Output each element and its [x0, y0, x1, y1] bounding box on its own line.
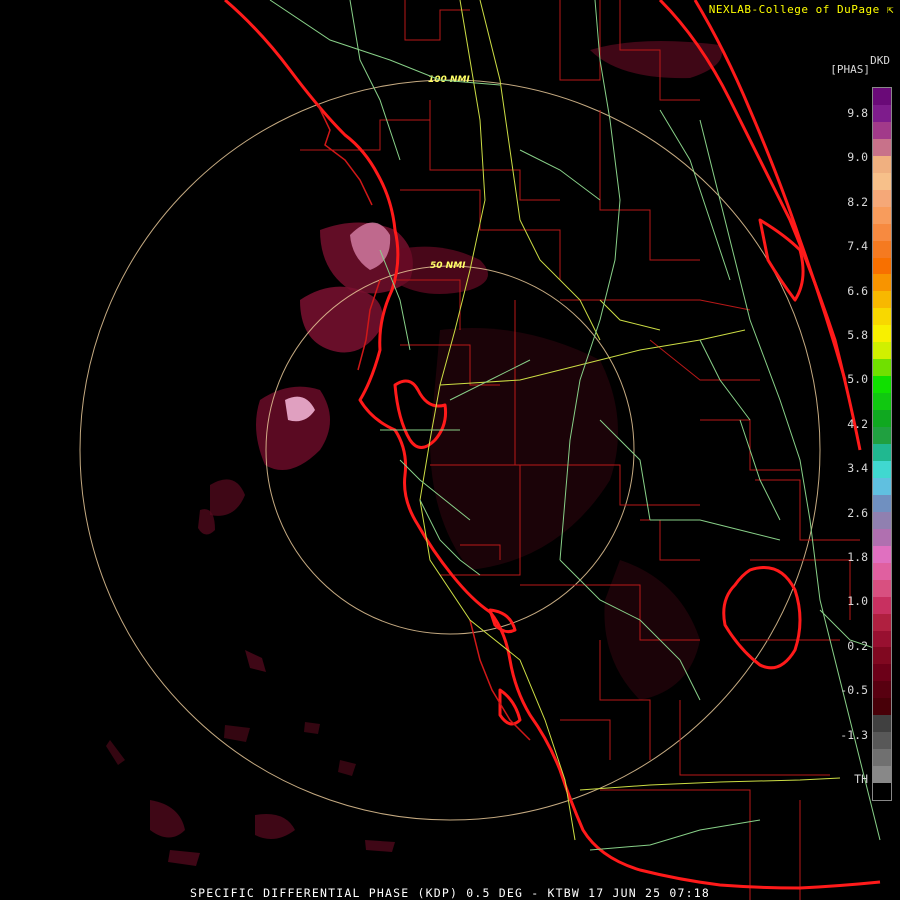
color-scale-band [873, 274, 891, 292]
product-caption: SPECIFIC DIFFERENTIAL PHASE (KDP) 0.5 DE… [190, 886, 710, 900]
color-scale-band [873, 257, 891, 275]
color-scale-band [873, 189, 891, 207]
color-scale-band [873, 155, 891, 173]
color-scale-band [873, 291, 891, 309]
color-scale-tick-label: -1.3 [840, 727, 868, 742]
color-scale-tick-label: TH [854, 772, 868, 786]
color-scale-tick-label: 9.8 [847, 106, 868, 120]
color-scale-band [873, 664, 891, 682]
color-scale-band [873, 613, 891, 631]
color-scale-band [873, 223, 891, 241]
color-scale-band [873, 325, 891, 343]
color-scale-band [873, 477, 891, 495]
color-scale-tick-label: 0.2 [847, 638, 868, 653]
color-scale-band [873, 359, 891, 377]
color-scale-band [873, 121, 891, 139]
color-scale-tick-label: 1.8 [847, 550, 868, 564]
color-scale-band [873, 681, 891, 699]
radar-map: 50 NMI 100 NMI [0, 0, 900, 900]
color-scale-band [873, 308, 891, 326]
color-scale-band [873, 766, 891, 784]
color-scale-band [873, 732, 891, 750]
color-scale-band [873, 749, 891, 767]
color-scale-band [873, 528, 891, 546]
color-scale-band [873, 494, 891, 512]
ring-label-50: 50 NMI [430, 261, 466, 271]
color-scale-tick-label: 6.6 [847, 283, 868, 298]
color-scale-bar [872, 87, 892, 801]
color-scale-tick-label: -0.5 [840, 683, 868, 698]
color-scale-band [873, 579, 891, 597]
color-scale-band [873, 427, 891, 445]
color-scale-tick-label: 3.4 [847, 461, 868, 476]
color-scale-tick-label: 5.8 [847, 328, 868, 342]
color-scale-tick-label: 8.2 [847, 194, 868, 209]
color-scale-band [873, 783, 891, 801]
color-scale-band [873, 342, 891, 360]
color-scale-band [873, 562, 891, 580]
color-scale-band [873, 88, 891, 105]
color-scale-band [873, 376, 891, 394]
color-scale-band [873, 104, 891, 122]
color-scale-band [873, 240, 891, 258]
color-scale-band [873, 460, 891, 478]
color-scale-band [873, 410, 891, 428]
color-scale-tick-label: 4.2 [847, 416, 868, 431]
color-scale-tick-label: 7.4 [847, 239, 868, 254]
color-scale-band [873, 138, 891, 156]
arrow-cursor-icon: ⇱ [886, 3, 894, 16]
color-scale-band [873, 206, 891, 224]
credit-text: NEXLAB-College of DuPage [708, 3, 880, 16]
color-scale-tick-label: 5.0 [847, 372, 868, 387]
color-scale-tick-label: 2.6 [847, 505, 868, 520]
color-scale-band [873, 596, 891, 614]
ring-label-100: 100 NMI [428, 75, 470, 85]
color-scale-band [873, 393, 891, 411]
color-scale-band [873, 630, 891, 648]
color-scale-band [873, 511, 891, 529]
color-scale-band [873, 172, 891, 190]
color-scale-tick-label: 9.0 [847, 150, 868, 165]
credit-label: NEXLAB-College of DuPage ⇱ [709, 3, 894, 16]
legend-product-code: DKD [870, 54, 890, 67]
color-scale-band [873, 545, 891, 563]
color-scale-band [873, 647, 891, 665]
color-scale-band [873, 698, 891, 716]
legend-units: [PHAS] [830, 63, 870, 76]
color-scale-band [873, 444, 891, 461]
color-scale-tick-label: 1.0 [847, 594, 868, 609]
color-scale-band [873, 715, 891, 733]
